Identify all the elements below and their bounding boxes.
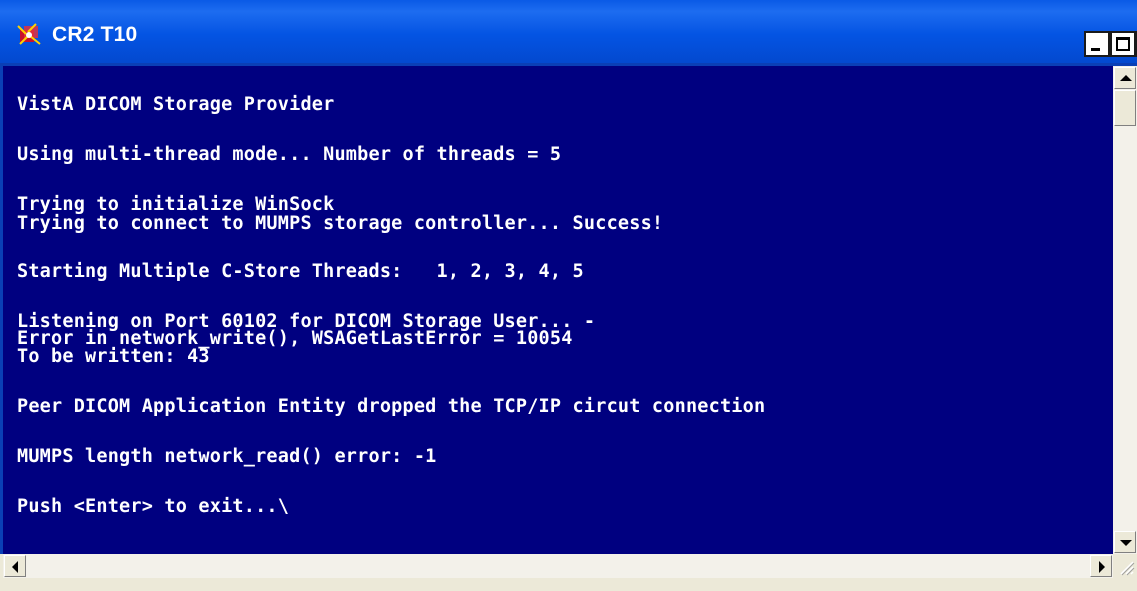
scroll-left-button[interactable] [4, 555, 26, 577]
vertical-scroll-thumb[interactable] [1114, 90, 1136, 126]
minimize-button[interactable] [1084, 31, 1110, 57]
maximize-button[interactable] [1110, 31, 1136, 57]
scroll-right-button[interactable] [1090, 555, 1112, 577]
scroll-down-button[interactable] [1114, 531, 1136, 553]
horizontal-scrollbar[interactable] [3, 554, 1113, 578]
console-line: MUMPS length network_read() error: -1 [17, 446, 437, 467]
console-line: Using multi-thread mode... Number of thr… [17, 144, 562, 165]
console-line: Starting Multiple C-Store Threads: 1, 2,… [17, 261, 584, 282]
vertical-scrollbar[interactable] [1113, 66, 1137, 554]
console-line: Trying to initialize WinSock [17, 194, 335, 215]
arrow-up-icon [1120, 75, 1132, 81]
console-window: CR2 T10 VistA DICOM Storage Provider Usi… [0, 0, 1137, 591]
scroll-up-button[interactable] [1114, 67, 1136, 89]
title-bar[interactable]: CR2 T10 [0, 0, 1137, 66]
console-line: Trying to connect to MUMPS storage contr… [17, 213, 664, 234]
arrow-right-icon [1099, 561, 1105, 573]
console-line: VistA DICOM Storage Provider [17, 94, 335, 115]
resize-grip-icon[interactable] [1113, 554, 1137, 578]
console-output[interactable]: VistA DICOM Storage Provider Using multi… [0, 66, 1113, 554]
dicom-app-icon[interactable] [16, 22, 42, 48]
console-line: Push <Enter> to exit...\ [17, 496, 290, 517]
console-line: To be written: 43 [17, 346, 210, 367]
arrow-down-icon [1120, 540, 1132, 546]
arrow-left-icon [12, 561, 18, 573]
window-bottom-frame [0, 578, 1137, 591]
console-line: Peer DICOM Application Entity dropped th… [17, 396, 766, 417]
window-title: CR2 T10 [52, 23, 138, 46]
